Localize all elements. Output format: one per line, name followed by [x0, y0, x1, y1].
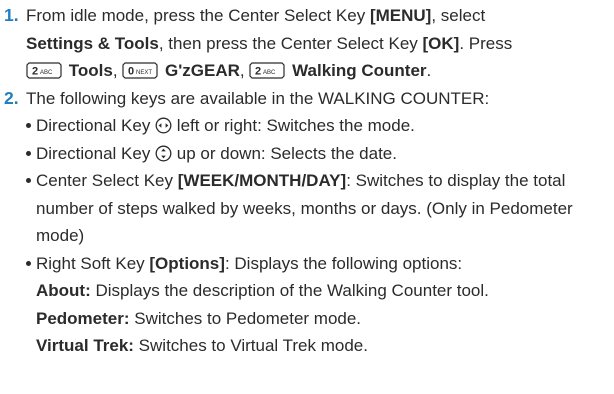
gzgear-label: G'zGEAR [165, 61, 240, 80]
ok-key-label: [OK] [422, 33, 460, 53]
svg-text:2: 2 [255, 66, 261, 78]
bullet-text: left or right: Switches the mode. [172, 116, 415, 135]
option-label: Virtual Trek: [36, 336, 134, 355]
then-press-text: , then press the Center Select Key [158, 33, 423, 53]
list-item: Center Select Key [WEEK/MONTH/DAY]: Swit… [26, 167, 610, 250]
menu-key-label: [MENU] [369, 6, 432, 25]
bullet-text: up or down: Selects the date. [172, 143, 397, 163]
list-item: Directional Key up or down: Selects the … [26, 140, 610, 168]
step-2: 2. The following keys are available in t… [4, 85, 610, 113]
press-word: . Press [459, 33, 513, 53]
period: . [426, 61, 432, 80]
svg-text:2: 2 [32, 66, 38, 78]
manual-page: 1. From idle mode, press the Center Sele… [0, 0, 614, 394]
bullet-text: Right Soft Key [36, 253, 150, 273]
walking-counter-label: Walking Counter [292, 61, 427, 80]
step-1-text: From idle mode, press the Center Select … [26, 2, 610, 85]
comma-1: , [112, 61, 118, 80]
svg-text:NEXT: NEXT [136, 70, 152, 76]
tools-label: Tools [68, 61, 113, 80]
list-item: Right Soft Key [Options]: Displays the f… [26, 250, 610, 360]
option-pedometer: Pedometer: Switches to Pedometer mode. [36, 305, 610, 333]
bullet-text: : Displays the following options: [224, 253, 463, 273]
option-about: About: Displays the description of the W… [36, 277, 610, 305]
settings-tools-label: Settings & Tools [26, 33, 159, 53]
list-item: Directional Key left or right: Switches … [26, 112, 610, 140]
key-list: Directional Key left or right: Switches … [4, 112, 610, 360]
comma-2: , [239, 61, 245, 80]
bullet-text: Directional Key [36, 143, 156, 163]
step-number: 2. [4, 87, 19, 108]
directional-up-down-icon [155, 145, 172, 162]
bullet-text: Center Select Key [36, 171, 178, 190]
option-description: Switches to Virtual Trek mode. [133, 336, 368, 355]
key-2-abc-icon: 2 ABC [249, 62, 285, 79]
svg-text:ABC: ABC [263, 70, 276, 76]
svg-text:ABC: ABC [40, 70, 53, 76]
step-2-intro: The following keys are available in the … [26, 88, 490, 108]
select-text: , select [431, 6, 486, 25]
week-month-day-key-label: [WEEK/MONTH/DAY] [177, 171, 347, 190]
directional-left-right-icon [155, 117, 172, 134]
option-label: About: [36, 281, 91, 300]
option-description: Switches to Pedometer mode. [129, 308, 362, 328]
step-1-intro: From idle mode, press the Center Select … [26, 6, 370, 25]
key-0-next-icon: 0 NEXT [122, 62, 158, 79]
option-virtual-trek: Virtual Trek: Switches to Virtual Trek m… [36, 332, 610, 360]
bullet-text: Directional Key [36, 116, 156, 135]
svg-text:0: 0 [128, 66, 134, 78]
step-number: 1. [4, 5, 19, 25]
options-key-label: [Options] [149, 253, 225, 273]
step-1: 1. From idle mode, press the Center Sele… [4, 2, 610, 85]
option-description: Displays the description of the Walking … [90, 281, 489, 300]
option-label: Pedometer: [36, 308, 130, 328]
key-2-abc-icon: 2 ABC [26, 62, 62, 79]
